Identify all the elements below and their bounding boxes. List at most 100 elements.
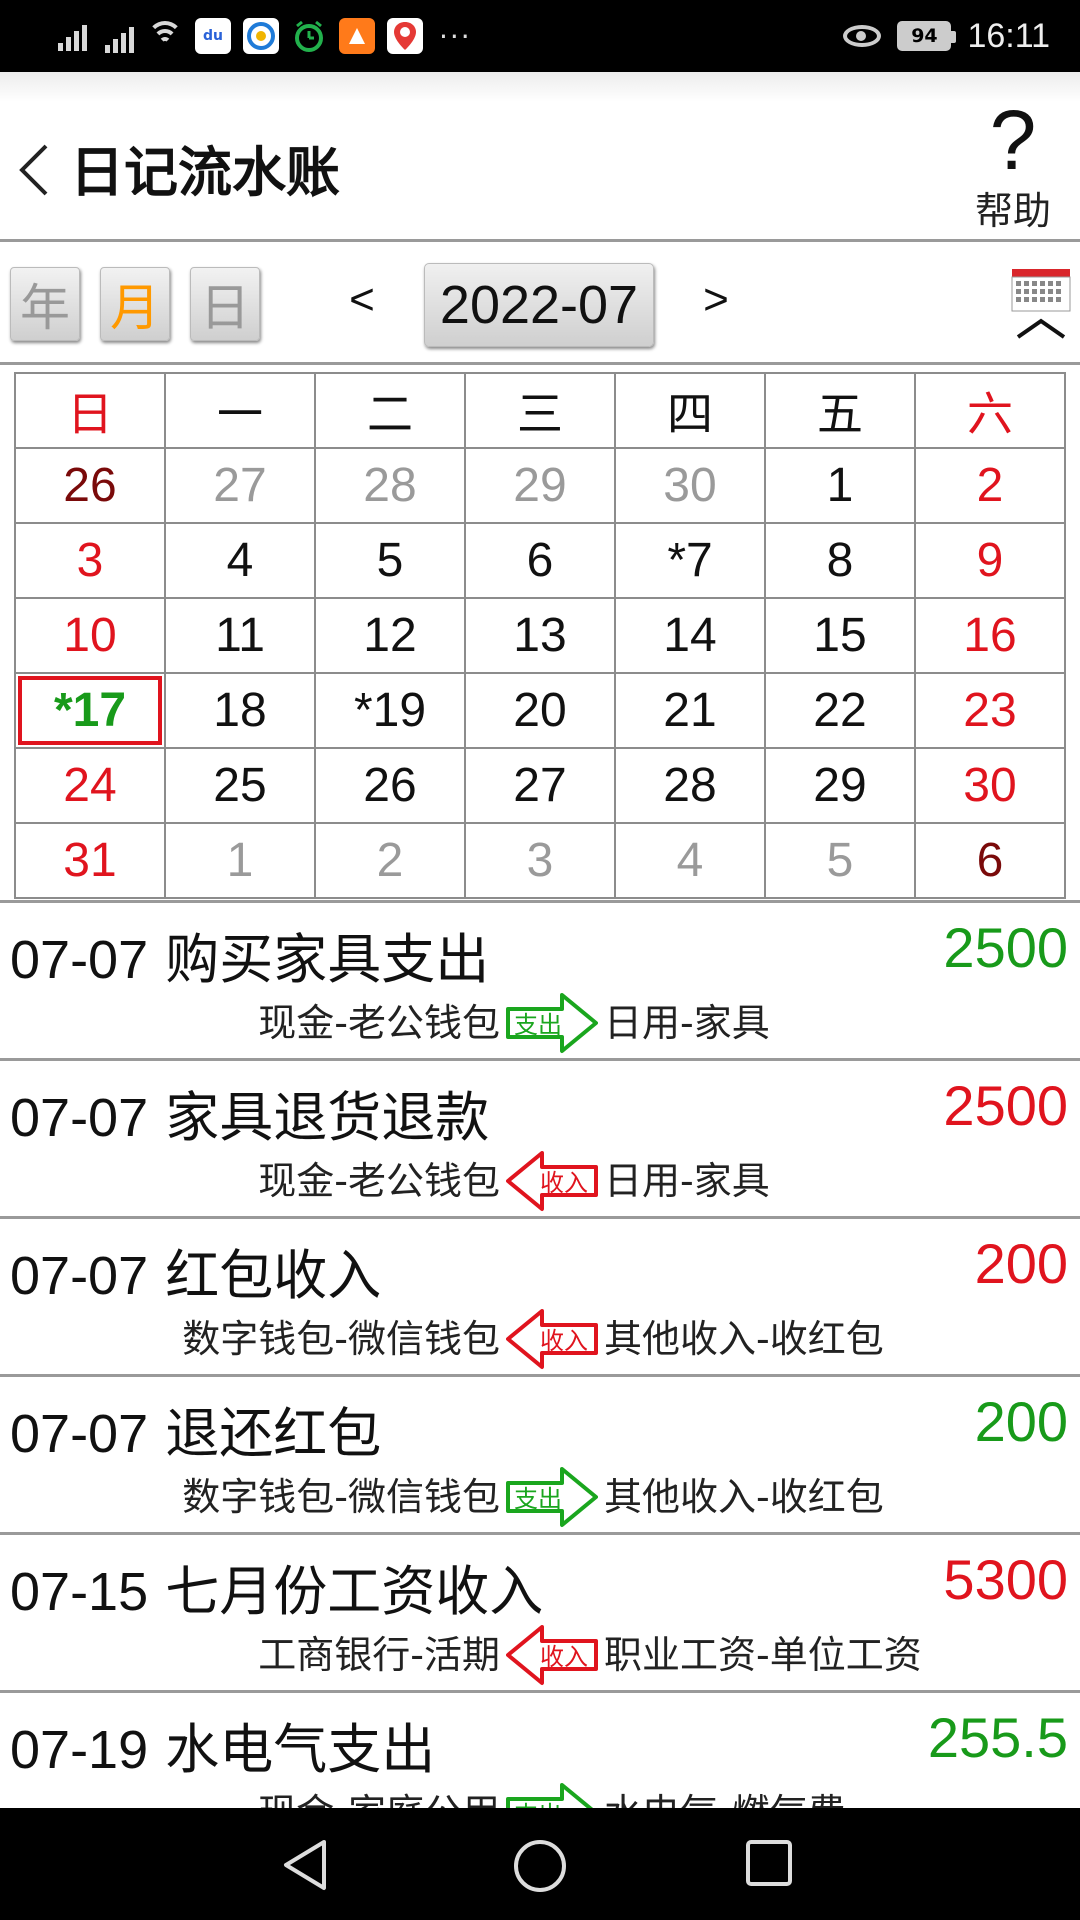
entry-row[interactable]: 07-07 退还红包 200 数字钱包-微信钱包 支出 其他收入-收红包 (0, 1377, 1080, 1535)
back-button[interactable] (14, 140, 54, 200)
calendar-day[interactable]: 9 (914, 522, 1066, 599)
calendar-day[interactable]: 26 (14, 447, 166, 524)
system-nav-bar (0, 1808, 1080, 1920)
entry-row[interactable]: 07-07 家具退货退款 2500 现金-老公钱包 收入 日用-家具 (0, 1061, 1080, 1219)
calendar-day[interactable]: 8 (764, 522, 916, 599)
calendar-day[interactable]: 12 (314, 597, 466, 674)
entry-from-account: 工商银行-活期 (258, 1633, 500, 1677)
entry-description: 七月份工资收入 (165, 1560, 544, 1623)
calendar-day[interactable]: 29 (464, 447, 616, 524)
entry-description: 家具退货退款 (165, 1086, 490, 1149)
calendar-day[interactable]: 21 (614, 672, 766, 749)
calendar-day[interactable]: 10 (14, 597, 166, 674)
weekday-header: 二 (314, 372, 466, 449)
calendar-day[interactable]: 4 (614, 822, 766, 899)
entry-from-account: 数字钱包-微信钱包 (182, 1317, 500, 1361)
calendar-day[interactable]: 29 (764, 747, 916, 824)
mode-year-button[interactable]: 年 (10, 267, 80, 341)
entry-date: 07-07 (10, 1404, 149, 1464)
entry-description: 退还红包 (165, 1402, 382, 1465)
calendar-day[interactable]: 31 (14, 822, 166, 899)
weekday-header: 日 (14, 372, 166, 449)
expense-arrow-icon: 支出 (506, 1781, 598, 1808)
entry-row[interactable]: 07-07 红包收入 200 数字钱包-微信钱包 收入 其他收入-收红包 (0, 1219, 1080, 1377)
more-notifications-icon: ··· (439, 19, 472, 53)
calendar-day[interactable]: 1 (164, 822, 316, 899)
calendar-day[interactable]: 20 (464, 672, 616, 749)
calendar-day[interactable]: 3 (464, 822, 616, 899)
calendar-day[interactable]: 4 (164, 522, 316, 599)
calendar-day[interactable]: 28 (614, 747, 766, 824)
calendar-day[interactable]: 30 (914, 747, 1066, 824)
calendar-day[interactable]: 6 (464, 522, 616, 599)
nav-home-button[interactable] (512, 1838, 568, 1898)
entry-title: 07-07 退还红包 (10, 1389, 381, 1468)
calendar-toggle-button[interactable] (1010, 267, 1072, 347)
entry-amount: 2500 (943, 1074, 1068, 1137)
calendar-day[interactable]: 5 (314, 522, 466, 599)
calendar-week-row: 31 1 2 3 4 5 6 (14, 822, 1066, 899)
nav-back-button[interactable] (280, 1838, 330, 1896)
current-month-button[interactable]: 2022-07 (424, 263, 654, 347)
calendar-day[interactable]: 27 (464, 747, 616, 824)
entry-flow: 现金-老公钱包 支出 日用-家具 (0, 993, 1080, 1053)
calendar-day[interactable]: 5 (764, 822, 916, 899)
svg-text:收入: 收入 (540, 1327, 588, 1355)
calendar-day[interactable]: *19 (314, 672, 466, 749)
calendar-day[interactable]: 16 (914, 597, 1066, 674)
help-button[interactable]: ? 帮助 (968, 98, 1058, 235)
calendar-day[interactable]: 2 (314, 822, 466, 899)
entry-title: 07-07 家具退货退款 (10, 1073, 489, 1152)
entry-row[interactable]: 07-07 购买家具支出 2500 现金-老公钱包 支出 日用-家具 (0, 903, 1080, 1061)
status-bar: du ··· 94 16:11 (0, 0, 1080, 72)
calendar-day[interactable]: 14 (614, 597, 766, 674)
entry-to-category: 职业工资-单位工资 (604, 1633, 922, 1677)
calendar-day[interactable]: 3 (14, 522, 166, 599)
prev-month-button[interactable]: < (340, 275, 384, 325)
calendar-day[interactable]: 23 (914, 672, 1066, 749)
entry-to-category: 水电气-燃气费 (604, 1785, 846, 1808)
status-icons-right: 94 16:11 (843, 14, 1050, 58)
assistant-app-icon (243, 18, 279, 54)
entry-amount: 255.5 (927, 1706, 1068, 1769)
calendar-day[interactable]: 25 (164, 747, 316, 824)
calendar-day[interactable]: *7 (614, 522, 766, 599)
calendar-day[interactable]: 24 (14, 747, 166, 824)
mode-day-button[interactable]: 日 (190, 267, 260, 341)
calendar-day[interactable]: 2 (914, 447, 1066, 524)
status-icons-left: du ··· (58, 16, 472, 56)
help-label: 帮助 (974, 189, 1051, 233)
calendar-day[interactable]: 28 (314, 447, 466, 524)
calendar-day[interactable]: 22 (764, 672, 916, 749)
svg-text:支出: 支出 (514, 1801, 562, 1808)
entry-row[interactable]: 07-15 七月份工资收入 5300 工商银行-活期 收入 职业工资-单位工资 (0, 1535, 1080, 1693)
calendar-day[interactable]: 18 (164, 672, 316, 749)
calendar-day[interactable]: *17 (14, 672, 166, 749)
calendar-day[interactable]: 13 (464, 597, 616, 674)
entry-title: 07-07 购买家具支出 (10, 915, 489, 994)
calendar-icon (1011, 269, 1071, 339)
income-arrow-icon: 收入 (506, 1149, 598, 1213)
next-month-button[interactable]: > (694, 275, 738, 325)
calendar-day[interactable]: 15 (764, 597, 916, 674)
battery-icon: 94 (897, 21, 957, 51)
entry-row[interactable]: 07-19 水电气支出 255.5 现金-家庭公用支出 水电气-燃气费 (0, 1693, 1080, 1808)
baidu-app-icon: du (195, 18, 231, 54)
svg-text:支出: 支出 (514, 1011, 562, 1039)
mode-month-button[interactable]: 月 (100, 267, 170, 341)
svg-text:支出: 支出 (514, 1485, 562, 1513)
calendar-day[interactable]: 26 (314, 747, 466, 824)
clock: 16:11 (967, 16, 1050, 55)
calendar-day[interactable]: 6 (914, 822, 1066, 899)
entry-to-category: 其他收入-收红包 (604, 1317, 884, 1361)
entry-flow: 数字钱包-微信钱包 收入 其他收入-收红包 (0, 1309, 1080, 1369)
calendar-day[interactable]: 30 (614, 447, 766, 524)
entry-description: 购买家具支出 (165, 928, 490, 991)
entry-from-account: 现金-老公钱包 (258, 1159, 500, 1203)
calendar-day[interactable]: 11 (164, 597, 316, 674)
calendar-day[interactable]: 27 (164, 447, 316, 524)
calendar-day[interactable]: 1 (764, 447, 916, 524)
entry-amount: 200 (974, 1390, 1068, 1453)
eye-comfort-icon (843, 25, 882, 47)
nav-recents-button[interactable] (744, 1838, 794, 1892)
